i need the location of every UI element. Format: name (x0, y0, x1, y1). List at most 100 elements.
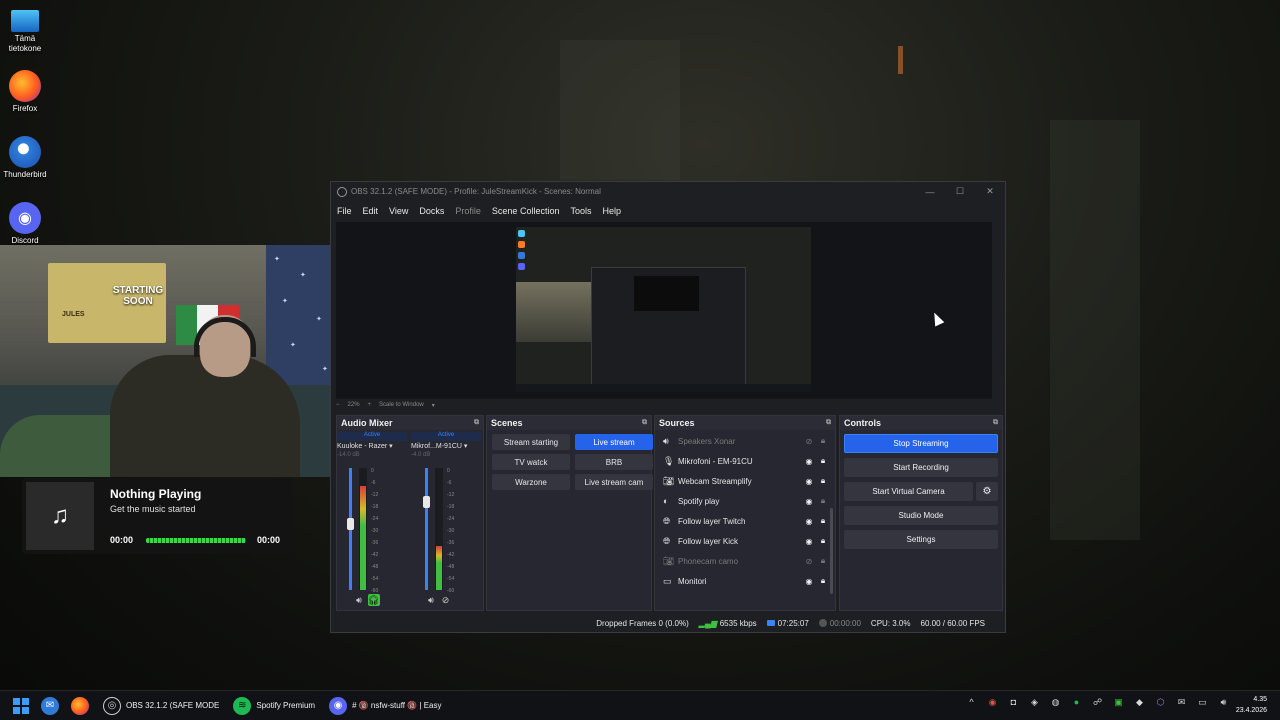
eye-icon[interactable]: ◉ (802, 537, 816, 546)
chevron-down-icon[interactable]: ▾ (464, 443, 468, 450)
lock-icon[interactable]: 🔒︎ (816, 516, 830, 526)
obs-titlebar[interactable]: OBS 32.1.2 (SAFE MODE) - Profile: JuleSt… (331, 182, 1005, 201)
undock-icon[interactable]: ⧉ (642, 419, 647, 427)
taskbar-app-label: Spotify Premium (256, 701, 316, 710)
thunderbird-icon[interactable]: ✉ (41, 696, 59, 715)
scene-button[interactable]: BRB (575, 454, 653, 470)
maximize-icon[interactable]: ☐ (945, 182, 975, 201)
scene-button[interactable]: Warzone (492, 474, 570, 490)
volume-icon[interactable]: 🔊︎ (1213, 697, 1234, 708)
tray-app-icon[interactable]: ✉ (1171, 697, 1192, 708)
lock-icon[interactable]: 🔒︎ (816, 456, 830, 466)
close-icon[interactable]: ✕ (975, 182, 1005, 201)
taskbar-app-discord[interactable]: ◉ # 🔞 nsfw-stuff 🔞 | Easy (329, 696, 442, 715)
volume-slider-track[interactable] (425, 468, 428, 590)
undock-icon[interactable]: ⧉ (826, 419, 831, 427)
channel-name[interactable]: Mikrof...M-91CU ▾ (411, 441, 481, 452)
preview-area[interactable] (336, 222, 992, 399)
channel-name[interactable]: Kuuloke - Razer ▾ (337, 441, 407, 452)
menu-scene-collection[interactable]: Scene Collection (492, 206, 560, 216)
menu-file[interactable]: File (337, 206, 352, 216)
menu-edit[interactable]: Edit (363, 206, 379, 216)
source-row[interactable]: 🔊︎ Speakers Xonar ⊘ 🔒︎ (655, 431, 835, 451)
source-row[interactable]: 📷︎ Phonecam camo ⊘ 🔒︎ (655, 551, 835, 571)
eye-icon[interactable]: ◉ (802, 517, 816, 526)
obs-menubar: File Edit View Docks Profile Scene Colle… (331, 201, 1005, 220)
steam-icon[interactable]: ◍ (1045, 697, 1066, 708)
scene-button[interactable]: TV watck (492, 454, 570, 470)
eye-icon[interactable]: ◉ (802, 497, 816, 506)
eye-icon[interactable]: ◉ (802, 457, 816, 466)
scale-to-window-select[interactable]: Scale to Window (379, 402, 424, 408)
audio-mixer-title: Audio Mixer (341, 418, 393, 428)
display-capture-icon: ▭ (663, 575, 672, 586)
source-row[interactable]: 🎙︎ Mikrofoni - EM-91CU ◉ 🔒︎ (655, 451, 835, 471)
taskbar-app-spotify[interactable]: ≋ Spotify Premium (233, 696, 316, 715)
menu-profile[interactable]: Profile (455, 206, 481, 216)
sources-list: 🔊︎ Speakers Xonar ⊘ 🔒︎ 🎙︎ Mikrofoni - EM… (655, 430, 835, 591)
studio-mode-button[interactable]: Studio Mode (844, 506, 998, 525)
undock-icon[interactable]: ⧉ (474, 419, 479, 427)
menu-view[interactable]: View (389, 206, 408, 216)
lock-icon[interactable]: 🔒︎ (816, 436, 830, 446)
start-virtual-camera-button[interactable]: Start Virtual Camera (844, 482, 973, 501)
menu-tools[interactable]: Tools (570, 206, 591, 216)
eye-icon[interactable]: ◉ (802, 477, 816, 486)
volume-slider-handle[interactable] (347, 517, 354, 530)
lock-icon[interactable]: 🔒︎ (816, 556, 830, 566)
tray-app-icon[interactable]: ◉ (982, 697, 1003, 708)
minimize-icon[interactable]: — (915, 182, 945, 201)
lock-icon[interactable]: 🔒︎ (816, 536, 830, 546)
gear-icon[interactable]: ⚙ (976, 482, 998, 501)
eye-hidden-icon[interactable]: ⊘ (802, 437, 816, 446)
stop-streaming-button[interactable]: Stop Streaming (844, 434, 998, 453)
chevron-up-icon[interactable]: ^ (961, 697, 982, 708)
tray-app-icon[interactable]: ⬡ (1150, 697, 1171, 708)
desktop-icon-discord[interactable]: ◉ Discord (2, 202, 48, 246)
desktop-icon-firefox[interactable]: Firefox (2, 70, 48, 114)
db-tick-label: -6 (447, 480, 452, 486)
menu-docks[interactable]: Docks (419, 206, 444, 216)
settings-button[interactable]: Settings (844, 530, 998, 549)
scene-button-selected[interactable]: Live stream (575, 434, 653, 450)
headphones-monitor-icon[interactable]: 🎧︎ (367, 594, 380, 606)
tray-app-icon[interactable]: ▣ (1108, 697, 1129, 708)
source-name: Mikrofoni - EM-91CU (678, 456, 753, 466)
start-recording-button[interactable]: Start Recording (844, 458, 998, 477)
firefox-icon[interactable] (71, 696, 89, 715)
spotify-tray-icon[interactable]: ● (1066, 697, 1087, 708)
tray-app-icon[interactable]: ◆ (1129, 697, 1150, 708)
zoom-in-button[interactable]: + (368, 402, 372, 408)
desktop-icon-this-pc[interactable]: Tämä tietokone (2, 6, 48, 54)
chevron-down-icon[interactable]: ▾ (389, 443, 393, 450)
volume-slider-handle[interactable] (423, 495, 430, 508)
source-row[interactable]: 🌐︎ Follow layer Kick ◉ 🔒︎ (655, 531, 835, 551)
zoom-out-button[interactable]: − (336, 402, 340, 408)
lock-icon[interactable]: 🔒︎ (816, 576, 830, 586)
eye-icon[interactable]: ◉ (802, 577, 816, 586)
tray-app-icon[interactable]: ◈ (1024, 697, 1045, 708)
start-button[interactable] (13, 697, 29, 714)
scene-button[interactable]: Stream starting (492, 434, 570, 450)
lock-icon[interactable]: 🔒︎ (816, 476, 830, 486)
undock-icon[interactable]: ⧉ (993, 419, 998, 427)
scene-button[interactable]: Live stream cam (575, 474, 653, 490)
tray-app-icon[interactable]: ☍ (1087, 697, 1108, 708)
source-row[interactable]: 📷︎ Webcam Streamplify ◉ 🔒︎ (655, 471, 835, 491)
speaker-icon[interactable]: 🔊︎ (353, 594, 365, 606)
clock[interactable]: 4.35 23.4.2026 (1236, 694, 1267, 716)
lock-icon[interactable]: 🔒︎ (816, 496, 830, 506)
source-row[interactable]: ▭ Monitori ◉ 🔒︎ (655, 571, 835, 591)
speaker-icon[interactable]: 🔊︎ (425, 594, 437, 606)
source-row[interactable]: ◐ Spotify play ◉ 🔒︎ (655, 491, 835, 511)
chevron-down-icon[interactable]: ▾ (432, 402, 435, 409)
monitor-off-icon[interactable]: ⊘ (440, 594, 452, 606)
network-icon[interactable]: ▭ (1192, 697, 1213, 708)
sources-scrollbar[interactable] (830, 508, 833, 594)
source-row[interactable]: 🌐︎ Follow layer Twitch ◉ 🔒︎ (655, 511, 835, 531)
taskbar-app-obs[interactable]: ◎ OBS 32.1.2 (SAFE MODE (103, 696, 219, 715)
desktop-icon-thunderbird[interactable]: Thunderbird (2, 136, 48, 180)
menu-help[interactable]: Help (602, 206, 621, 216)
tray-app-icon[interactable]: ◘ (1003, 697, 1024, 708)
eye-hidden-icon[interactable]: ⊘ (802, 557, 816, 566)
